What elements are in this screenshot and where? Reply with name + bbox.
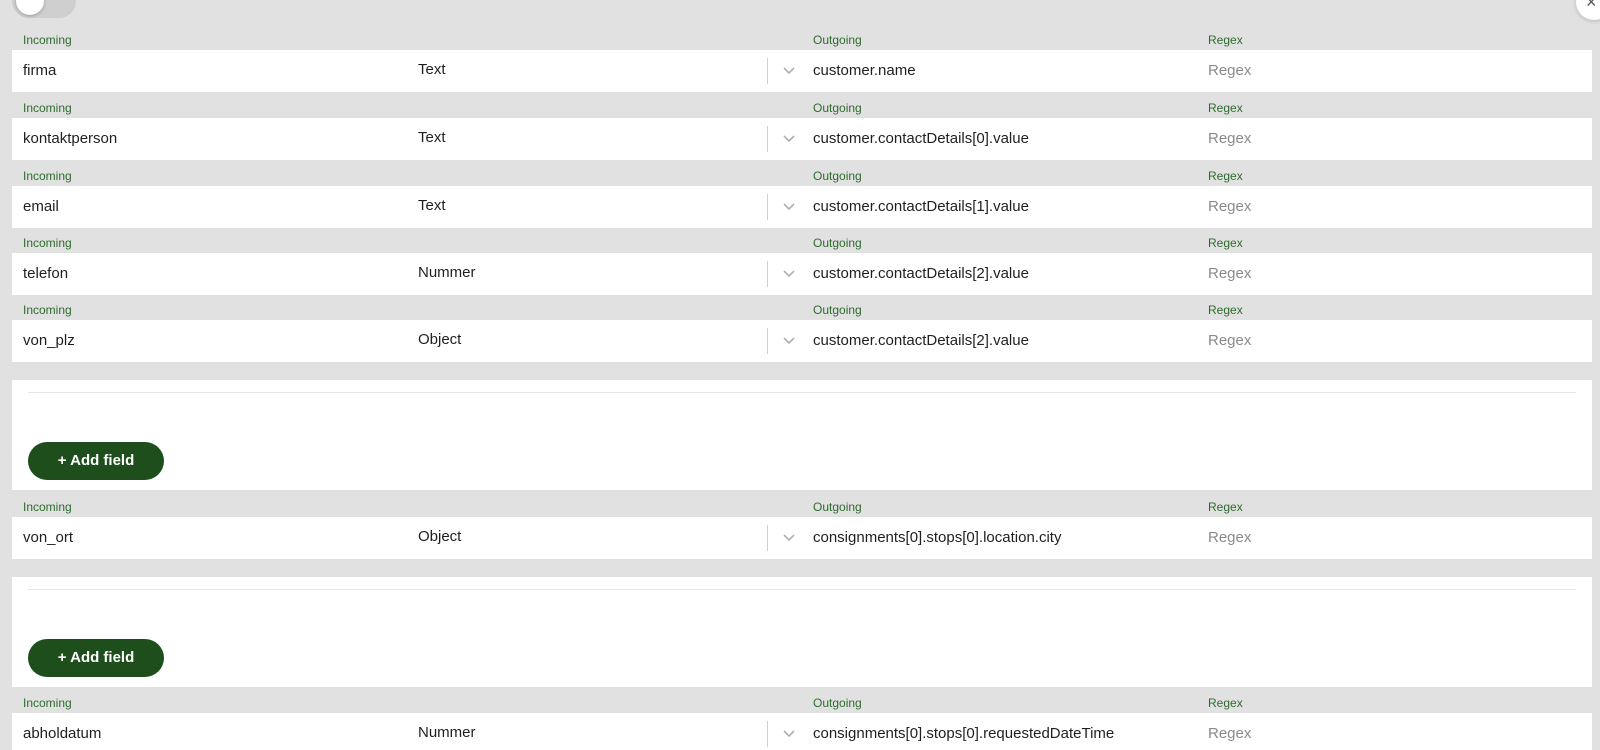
mapping-row-firma: Incoming Outgoing Regex firma Text custo… [12, 33, 1592, 101]
type-select[interactable]: Nummer [418, 252, 758, 294]
regex-field[interactable]: Regex [1208, 186, 1568, 228]
add-field-panel: + Add field [12, 380, 1592, 490]
outgoing-label: Outgoing [813, 696, 862, 710]
incoming-field[interactable]: von_plz [23, 320, 403, 362]
add-field-button[interactable]: + Add field [28, 639, 164, 677]
type-select[interactable]: Text [418, 185, 758, 227]
regex-label: Regex [1208, 696, 1243, 710]
incoming-field[interactable]: firma [23, 50, 403, 92]
regex-label: Regex [1208, 101, 1243, 115]
add-field-panel: + Add field [12, 577, 1592, 687]
mapping-row-telefon: Incoming Outgoing Regex telefon Nummer c… [12, 236, 1592, 304]
add-field-button[interactable]: + Add field [28, 442, 164, 480]
outgoing-label: Outgoing [813, 169, 862, 183]
field-row: von_ort Object consignments[0].stops[0].… [12, 517, 1592, 559]
toggle-knob [16, 0, 44, 15]
mapping-row-von-plz: Incoming Outgoing Regex von_plz Object c… [12, 303, 1592, 371]
incoming-field[interactable]: von_ort [23, 517, 403, 559]
outgoing-field[interactable]: customer.contactDetails[0].value [813, 118, 1193, 160]
incoming-label: Incoming [23, 303, 72, 317]
regex-field[interactable]: Regex [1208, 517, 1568, 559]
field-row: kontaktperson Text customer.contactDetai… [12, 118, 1592, 160]
outgoing-field[interactable]: customer.contactDetails[1].value [813, 186, 1193, 228]
regex-field[interactable]: Regex [1208, 253, 1568, 295]
chevron-down-icon[interactable] [782, 726, 796, 740]
outgoing-field[interactable]: consignments[0].stops[0].requestedDateTi… [813, 713, 1193, 750]
regex-label: Regex [1208, 303, 1243, 317]
select-separator [767, 525, 768, 551]
outgoing-label: Outgoing [813, 33, 862, 47]
regex-label: Regex [1208, 169, 1243, 183]
outgoing-label: Outgoing [813, 500, 862, 514]
chevron-down-icon[interactable] [782, 199, 796, 213]
type-select[interactable]: Object [418, 319, 758, 361]
incoming-field[interactable]: abholdatum [23, 713, 403, 750]
field-mapping-page: × Incoming Outgoing Regex firma Text cus… [0, 0, 1600, 750]
chevron-down-icon[interactable] [782, 266, 796, 280]
divider [28, 589, 1576, 590]
toggle-switch[interactable] [12, 0, 76, 18]
select-separator [767, 126, 768, 152]
incoming-label: Incoming [23, 236, 72, 250]
chevron-down-icon[interactable] [782, 131, 796, 145]
close-icon[interactable]: × [1576, 0, 1600, 20]
outgoing-field[interactable]: consignments[0].stops[0].location.city [813, 517, 1193, 559]
regex-label: Regex [1208, 33, 1243, 47]
outgoing-label: Outgoing [813, 236, 862, 250]
type-select[interactable]: Text [418, 49, 758, 91]
type-select[interactable]: Nummer [418, 712, 758, 750]
chevron-down-icon[interactable] [782, 63, 796, 77]
incoming-field[interactable]: email [23, 186, 403, 228]
divider [28, 392, 1576, 393]
mapping-row-von-ort: Incoming Outgoing Regex von_ort Object c… [12, 500, 1592, 568]
select-separator [767, 721, 768, 747]
regex-label: Regex [1208, 500, 1243, 514]
regex-field[interactable]: Regex [1208, 320, 1568, 362]
select-separator [767, 328, 768, 354]
field-row: von_plz Object customer.contactDetails[2… [12, 320, 1592, 362]
chevron-down-icon[interactable] [782, 333, 796, 347]
field-row: telefon Nummer customer.contactDetails[2… [12, 253, 1592, 295]
incoming-label: Incoming [23, 33, 72, 47]
incoming-field[interactable]: kontaktperson [23, 118, 403, 160]
incoming-field[interactable]: telefon [23, 253, 403, 295]
select-separator [767, 194, 768, 220]
field-row: abholdatum Nummer consignments[0].stops[… [12, 713, 1592, 750]
regex-field[interactable]: Regex [1208, 118, 1568, 160]
outgoing-field[interactable]: customer.contactDetails[2].value [813, 320, 1193, 362]
incoming-label: Incoming [23, 169, 72, 183]
incoming-label: Incoming [23, 500, 72, 514]
mapping-row-email: Incoming Outgoing Regex email Text custo… [12, 169, 1592, 237]
incoming-label: Incoming [23, 696, 72, 710]
regex-field[interactable]: Regex [1208, 713, 1568, 750]
outgoing-field[interactable]: customer.contactDetails[2].value [813, 253, 1193, 295]
outgoing-label: Outgoing [813, 303, 862, 317]
mapping-row-kontaktperson: Incoming Outgoing Regex kontaktperson Te… [12, 101, 1592, 169]
regex-label: Regex [1208, 236, 1243, 250]
chevron-down-icon[interactable] [782, 530, 796, 544]
select-separator [767, 58, 768, 84]
type-select[interactable]: Object [418, 516, 758, 558]
incoming-label: Incoming [23, 101, 72, 115]
type-select[interactable]: Text [418, 117, 758, 159]
outgoing-field[interactable]: customer.name [813, 50, 1193, 92]
field-row: email Text customer.contactDetails[1].va… [12, 186, 1592, 228]
outgoing-label: Outgoing [813, 101, 862, 115]
select-separator [767, 261, 768, 287]
field-row: firma Text customer.name Regex [12, 50, 1592, 92]
regex-field[interactable]: Regex [1208, 50, 1568, 92]
mapping-row-abholdatum: Incoming Outgoing Regex abholdatum Numme… [12, 696, 1592, 750]
